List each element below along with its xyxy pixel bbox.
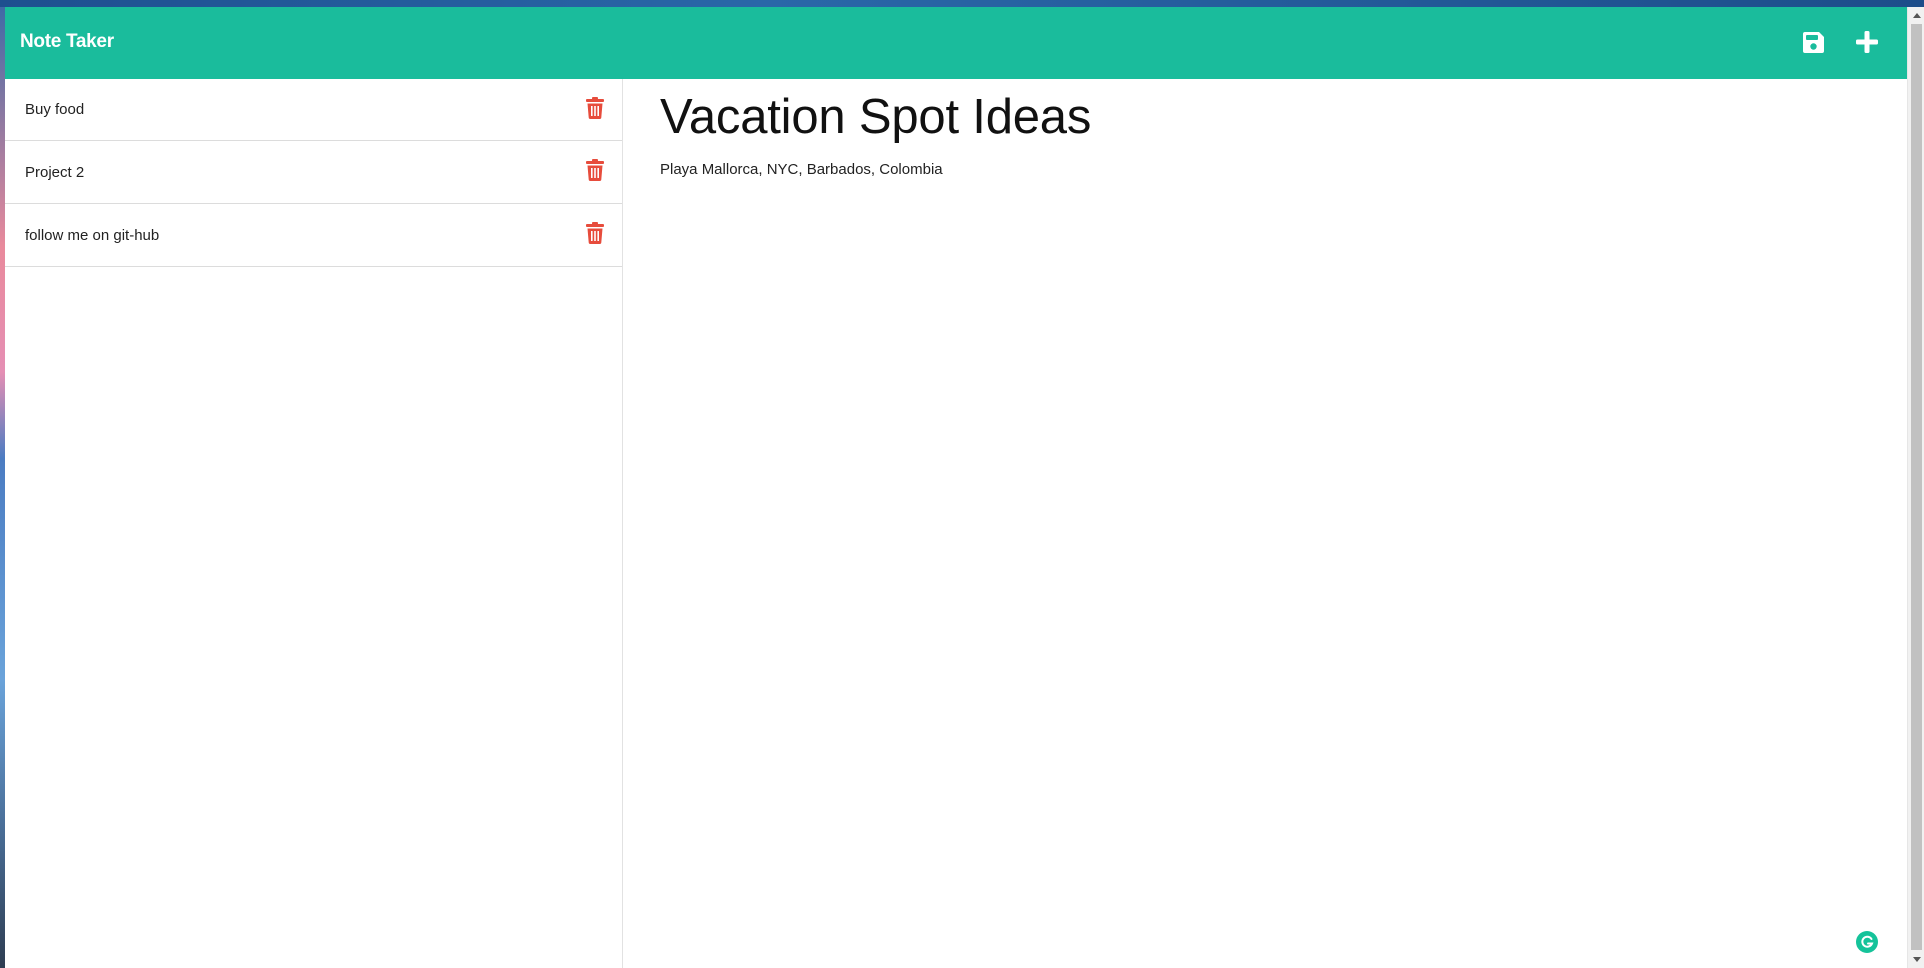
delete-note-button[interactable] xyxy=(586,97,604,119)
brand-title[interactable]: Note Taker xyxy=(20,31,114,53)
floppy-disk-icon xyxy=(1802,31,1824,53)
note-list-item-title: follow me on git-hub xyxy=(25,226,160,244)
note-list-item[interactable]: follow me on git-hub xyxy=(5,204,622,267)
scroll-down-arrow-icon[interactable] xyxy=(1908,951,1924,968)
note-title-input[interactable]: Vacation Spot Ideas xyxy=(660,89,1091,145)
note-list-item[interactable]: Buy food xyxy=(5,79,622,141)
note-list-item-title: Project 2 xyxy=(25,163,85,181)
vertical-scrollbar[interactable] xyxy=(1907,7,1924,968)
trash-icon xyxy=(586,222,604,244)
grammarly-icon xyxy=(1861,935,1874,948)
note-text-area[interactable]: Playa Mallorca, NYC, Barbados, Colombia xyxy=(660,161,943,178)
grammarly-button[interactable] xyxy=(1856,931,1878,953)
save-note-button[interactable] xyxy=(1800,29,1826,55)
plus-icon xyxy=(1856,31,1878,53)
scroll-up-arrow-icon[interactable] xyxy=(1908,7,1924,24)
delete-note-button[interactable] xyxy=(586,222,604,244)
trash-icon xyxy=(586,97,604,119)
note-list: Buy food Project 2 follow me on git-hub xyxy=(5,79,623,968)
delete-note-button[interactable] xyxy=(586,159,604,181)
trash-icon xyxy=(586,159,604,181)
desktop-top-strip xyxy=(0,0,1924,7)
note-list-item-title: Buy food xyxy=(25,101,85,118)
note-editor: Vacation Spot Ideas Playa Mallorca, NYC,… xyxy=(624,79,1907,968)
scrollbar-thumb[interactable] xyxy=(1911,24,1922,950)
note-list-item[interactable]: Project 2 xyxy=(5,141,622,204)
navbar: Note Taker xyxy=(5,7,1907,79)
new-note-button[interactable] xyxy=(1854,29,1880,55)
note-taker-app: Note Taker Buy food Project 2 follow me … xyxy=(5,7,1907,968)
